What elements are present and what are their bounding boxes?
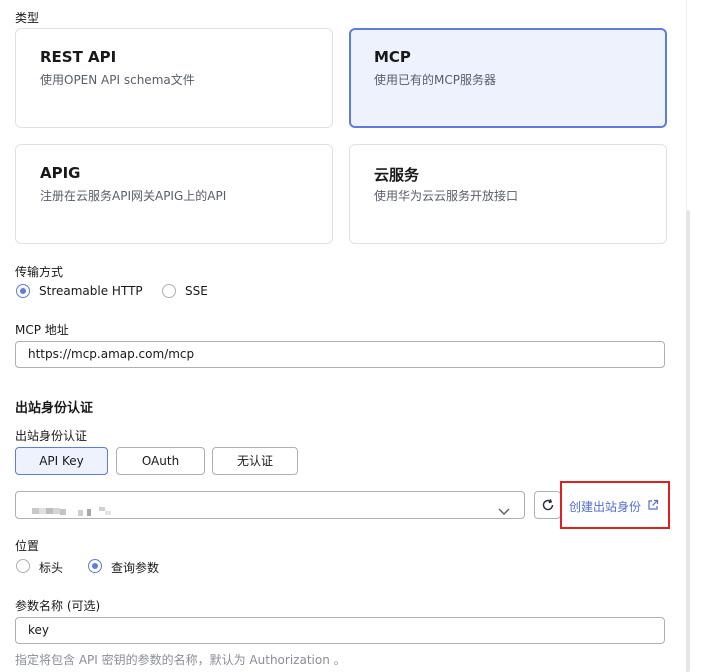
outbound-identity-select[interactable] [15, 491, 525, 519]
auth-option-api-key[interactable]: API Key [15, 447, 108, 475]
card-title: REST API [40, 48, 117, 66]
transport-label: 传输方式 [15, 265, 64, 279]
radio-sse[interactable] [162, 284, 176, 298]
scrollbar-thumb[interactable] [686, 210, 690, 672]
card-cloud-service[interactable]: 云服务 使用华为云云服务开放接口 [349, 144, 667, 244]
param-name-hint: 指定将包含 API 密钥的参数的名称，默认为 Authorization 。 [15, 653, 346, 667]
outbound-auth-label: 出站身份认证 [15, 429, 88, 443]
param-name-label: 参数名称 (可选) [15, 599, 101, 613]
type-label: 类型 [15, 11, 40, 25]
card-desc: 使用已有的MCP服务器 [374, 73, 496, 87]
radio-streamable-http[interactable] [16, 284, 30, 298]
auth-option-oauth[interactable]: OAuth [116, 447, 205, 475]
card-title: 云服务 [374, 166, 420, 184]
radio-label-header: 标头 [39, 561, 64, 575]
radio-label-streamable-http: Streamable HTTP [39, 284, 143, 298]
mcp-address-input[interactable]: https://mcp.amap.com/mcp [15, 341, 665, 368]
refresh-button[interactable] [534, 491, 561, 519]
refresh-icon [541, 498, 555, 512]
mcp-address-label: MCP 地址 [15, 323, 69, 337]
card-desc: 使用OPEN API schema文件 [40, 73, 195, 87]
radio-label-query-param: 查询参数 [111, 561, 160, 575]
radio-header[interactable] [16, 559, 30, 573]
chevron-down-icon [498, 500, 510, 515]
position-label: 位置 [15, 539, 40, 553]
card-apig[interactable]: APIG 注册在云服务API网关APIG上的API [15, 144, 333, 244]
create-outbound-identity-link[interactable]: 创建出站身份 [569, 498, 641, 515]
card-desc: 注册在云服务API网关APIG上的API [40, 189, 227, 203]
card-mcp[interactable]: MCP 使用已有的MCP服务器 [349, 28, 667, 128]
card-title: MCP [374, 48, 411, 66]
card-title: APIG [40, 164, 81, 182]
card-rest-api[interactable]: REST API 使用OPEN API schema文件 [15, 28, 333, 128]
outbound-section-title: 出站身份认证 [15, 401, 94, 416]
redacted-value [32, 501, 112, 516]
radio-query-param[interactable] [88, 559, 102, 573]
external-link-icon [647, 499, 659, 511]
card-desc: 使用华为云云服务开放接口 [374, 189, 519, 203]
auth-option-none[interactable]: 无认证 [212, 447, 298, 475]
param-name-input[interactable]: key [15, 617, 665, 644]
radio-label-sse: SSE [185, 284, 208, 298]
